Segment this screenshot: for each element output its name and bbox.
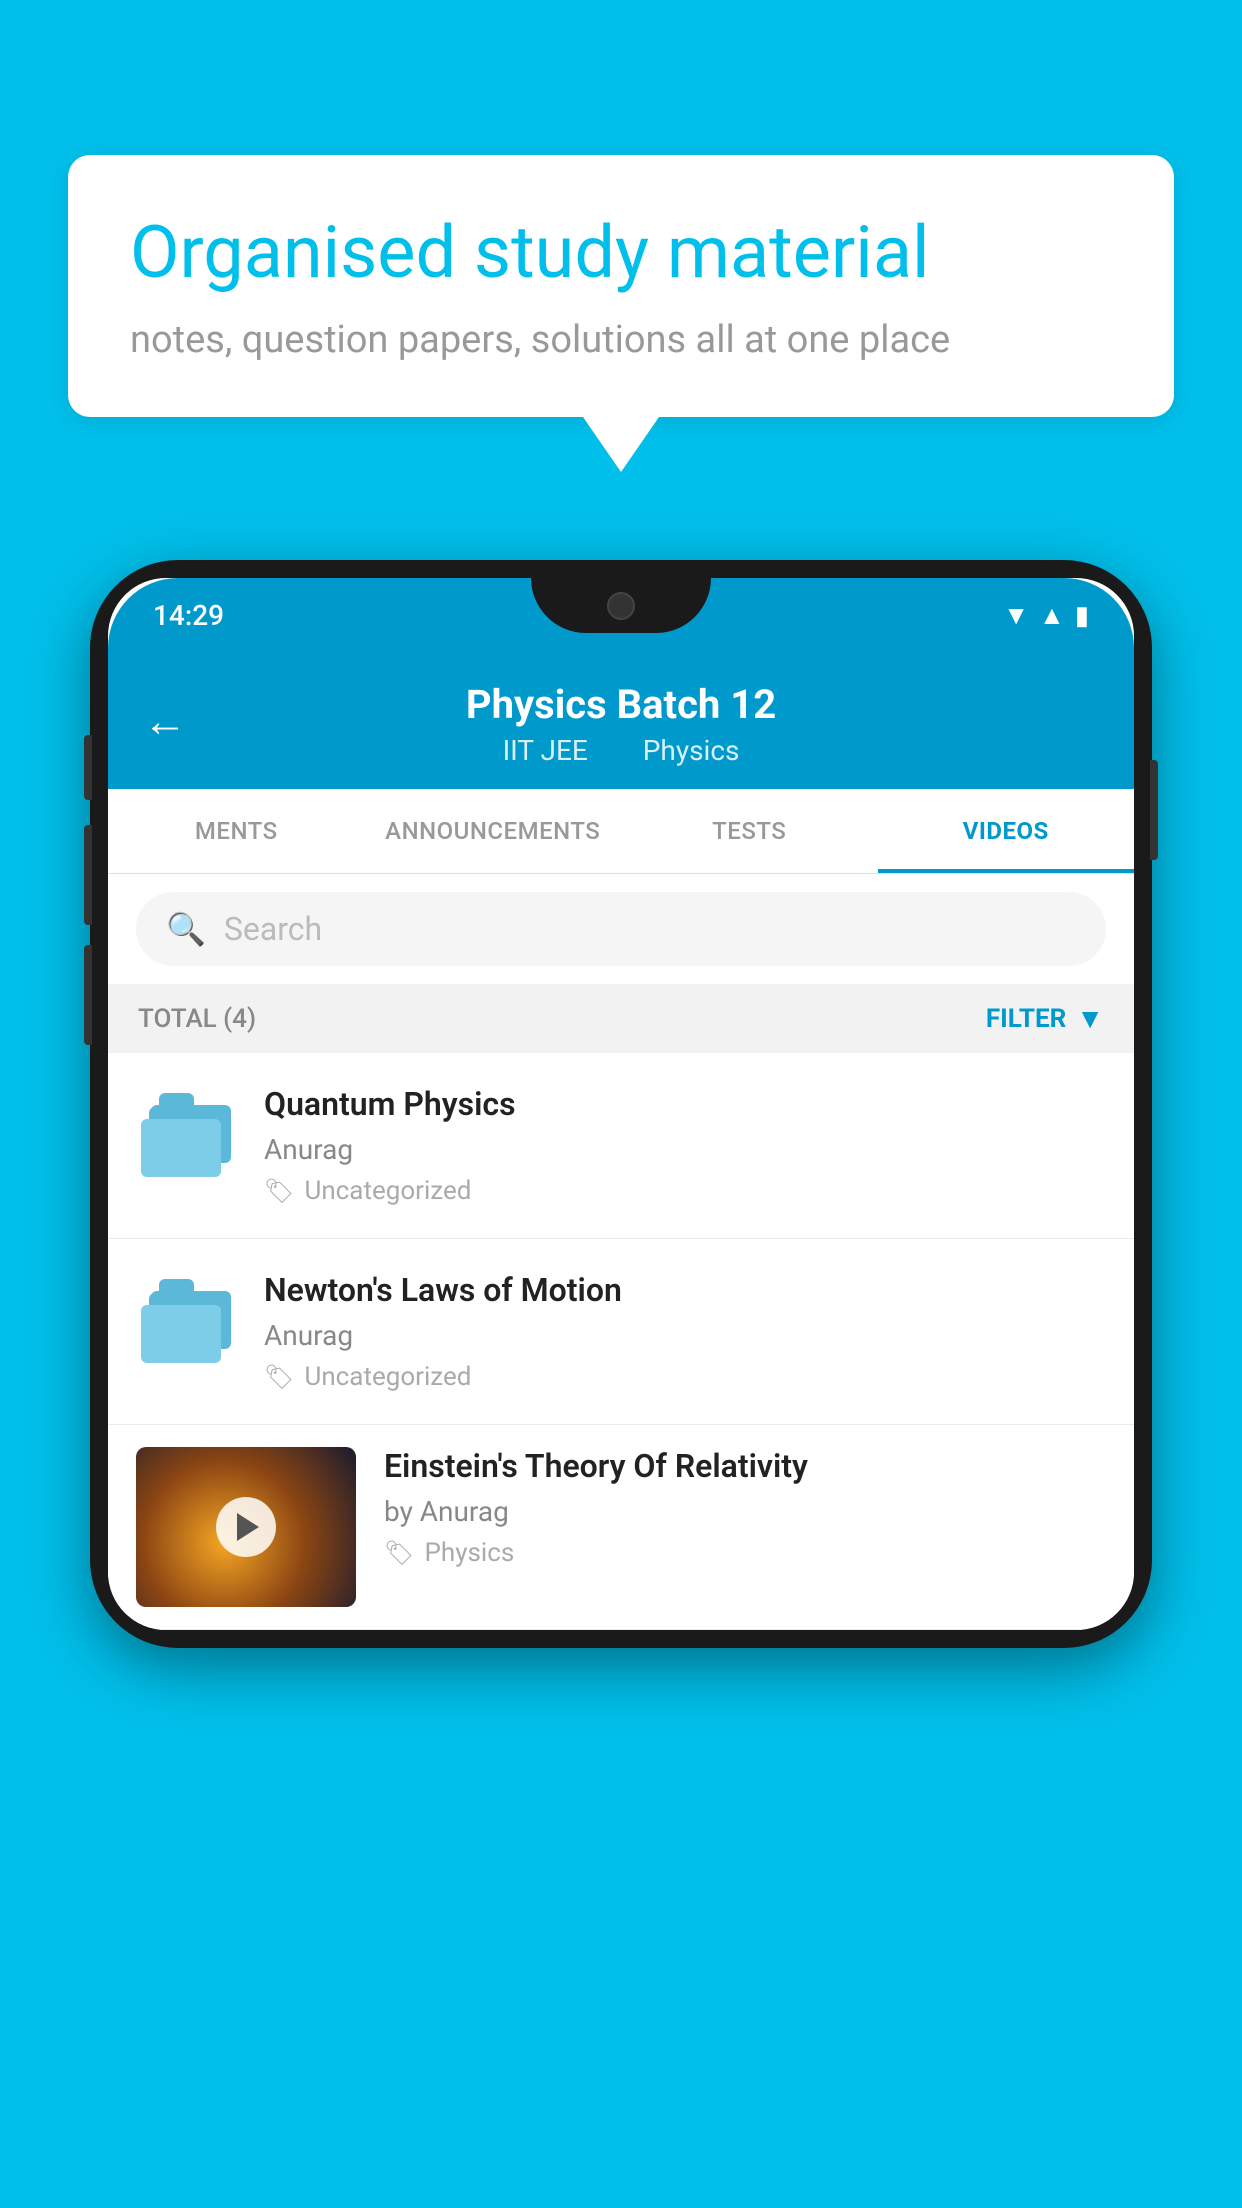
subtitle-physics: Physics bbox=[643, 734, 740, 767]
folder-front-icon bbox=[141, 1293, 221, 1363]
video-info: Quantum Physics Anurag 🏷 Uncategorized bbox=[264, 1085, 1106, 1206]
phone-frame: 14:29 ▼ ▲ ▮ ← Physics Batch 12 IIT JEE P… bbox=[90, 560, 1152, 1648]
header-subtitle: IIT JEE Physics bbox=[148, 734, 1094, 767]
video-tag: 🏷 Physics bbox=[384, 1538, 1106, 1568]
thumb-background bbox=[136, 1447, 356, 1607]
battery-icon: ▮ bbox=[1075, 601, 1089, 631]
filter-row: TOTAL (4) FILTER ▼ bbox=[108, 984, 1134, 1053]
video-info: Newton's Laws of Motion Anurag 🏷 Uncateg… bbox=[264, 1271, 1106, 1392]
video-info: Einstein's Theory Of Relativity by Anura… bbox=[384, 1447, 1106, 1568]
video-tag: 🏷 Uncategorized bbox=[264, 1176, 1106, 1206]
notch bbox=[531, 578, 711, 633]
video-author: by Anurag bbox=[384, 1495, 1106, 1528]
status-icons: ▼ ▲ ▮ bbox=[1003, 600, 1089, 631]
tab-announcements[interactable]: ANNOUNCEMENTS bbox=[365, 789, 622, 873]
tab-videos[interactable]: VIDEOS bbox=[878, 789, 1135, 873]
speech-bubble-section: Organised study material notes, question… bbox=[68, 155, 1174, 472]
list-item[interactable]: Newton's Laws of Motion Anurag 🏷 Uncateg… bbox=[108, 1239, 1134, 1425]
phone-body: 14:29 ▼ ▲ ▮ ← Physics Batch 12 IIT JEE P… bbox=[90, 560, 1152, 1648]
video-list: Quantum Physics Anurag 🏷 Uncategorized bbox=[108, 1053, 1134, 1630]
video-author: Anurag bbox=[264, 1133, 1106, 1166]
camera bbox=[607, 592, 635, 620]
list-item[interactable]: Einstein's Theory Of Relativity by Anura… bbox=[108, 1425, 1134, 1630]
search-input[interactable]: Search bbox=[224, 910, 322, 948]
power-button bbox=[1150, 760, 1158, 860]
tag-icon: 🏷 bbox=[264, 1363, 294, 1391]
video-tag: 🏷 Uncategorized bbox=[264, 1362, 1106, 1392]
volume-down-button bbox=[84, 945, 92, 1045]
folder-icon-container bbox=[136, 1271, 236, 1359]
tab-ments[interactable]: MENTS bbox=[108, 789, 365, 873]
video-thumbnail bbox=[136, 1447, 356, 1607]
filter-button[interactable]: FILTER ▼ bbox=[986, 1002, 1104, 1035]
play-triangle-icon bbox=[237, 1513, 259, 1541]
tag-icon: 🏷 bbox=[264, 1177, 294, 1205]
search-icon: 🔍 bbox=[166, 910, 206, 948]
phone-screen: 14:29 ▼ ▲ ▮ ← Physics Batch 12 IIT JEE P… bbox=[108, 578, 1134, 1630]
volume-up-button bbox=[84, 825, 92, 925]
volume-silent-button bbox=[84, 735, 92, 800]
tab-tests[interactable]: TESTS bbox=[621, 789, 878, 873]
search-container: 🔍 Search bbox=[108, 874, 1134, 984]
video-author: Anurag bbox=[264, 1319, 1106, 1352]
subtitle-iitjee: IIT JEE bbox=[503, 734, 588, 767]
header-title: Physics Batch 12 bbox=[148, 681, 1094, 728]
folder-front-icon bbox=[141, 1107, 221, 1177]
video-title: Quantum Physics bbox=[264, 1085, 1106, 1123]
search-bar[interactable]: 🔍 Search bbox=[136, 892, 1106, 966]
status-time: 14:29 bbox=[153, 599, 224, 632]
folder-stack-icon bbox=[141, 1279, 231, 1359]
bubble-title: Organised study material bbox=[130, 210, 1112, 296]
app-header: ← Physics Batch 12 IIT JEE Physics bbox=[108, 653, 1134, 789]
wifi-icon: ▼ bbox=[1003, 600, 1029, 631]
total-count: TOTAL (4) bbox=[138, 1004, 256, 1034]
signal-icon: ▲ bbox=[1039, 600, 1065, 631]
folder-icon-container bbox=[136, 1085, 236, 1173]
video-title: Einstein's Theory Of Relativity bbox=[384, 1447, 1106, 1485]
list-item[interactable]: Quantum Physics Anurag 🏷 Uncategorized bbox=[108, 1053, 1134, 1239]
tag-icon: 🏷 bbox=[384, 1539, 414, 1567]
speech-bubble-card: Organised study material notes, question… bbox=[68, 155, 1174, 417]
folder-stack-icon bbox=[141, 1093, 231, 1173]
play-button[interactable] bbox=[216, 1497, 276, 1557]
bubble-subtitle: notes, question papers, solutions all at… bbox=[130, 318, 1112, 362]
status-bar: 14:29 ▼ ▲ ▮ bbox=[108, 578, 1134, 653]
filter-funnel-icon: ▼ bbox=[1076, 1002, 1104, 1035]
tab-bar: MENTS ANNOUNCEMENTS TESTS VIDEOS bbox=[108, 789, 1134, 874]
speech-bubble-tail bbox=[583, 417, 659, 472]
video-title: Newton's Laws of Motion bbox=[264, 1271, 1106, 1309]
back-button[interactable]: ← bbox=[143, 695, 187, 747]
